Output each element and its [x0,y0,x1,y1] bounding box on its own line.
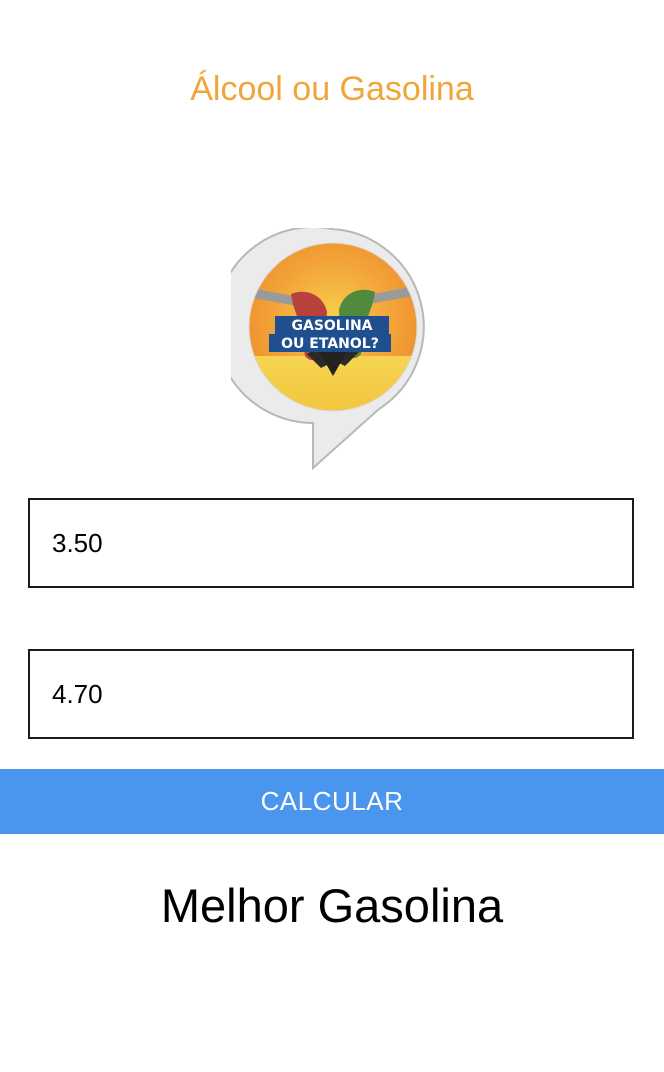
page-title: Álcool ou Gasolina [190,70,474,108]
gasolina-price-input[interactable] [28,649,634,739]
logo-text-line2: OU ETANOL? [281,336,379,352]
result-text: Melhor Gasolina [160,879,504,932]
calculate-button[interactable]: CALCULAR [0,769,664,834]
app-screen: Álcool ou Gasolina GASOLINA OU ETANOL? 3… [0,0,664,1072]
logo-text-line1: GASOLINA [292,318,373,334]
fuel-pump-speech-bubble-icon: GASOLINA OU ETANOL? [231,228,425,471]
alcool-price-input[interactable] [28,498,634,588]
